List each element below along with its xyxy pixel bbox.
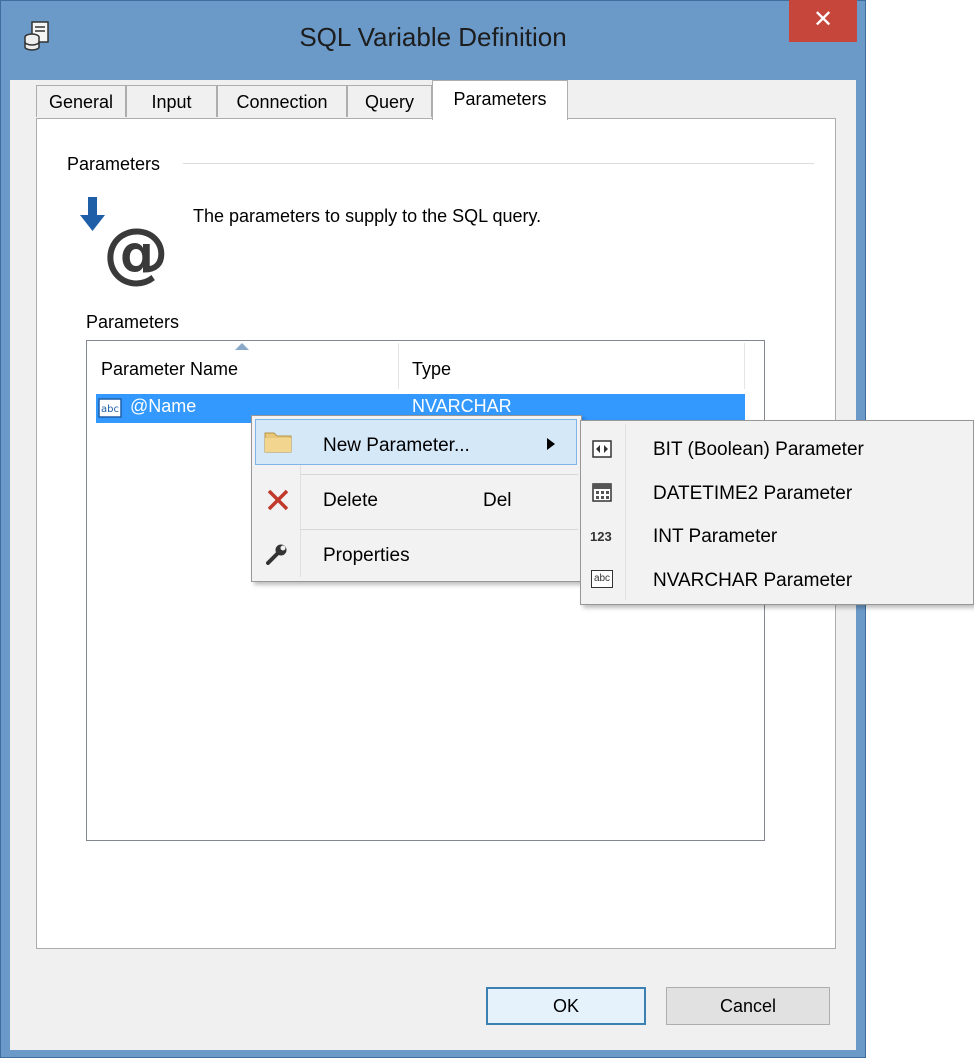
ok-button[interactable]: OK: [486, 987, 646, 1025]
panel-description: The parameters to supply to the SQL quer…: [193, 206, 542, 226]
menu-item-label: Delete: [323, 490, 378, 511]
column-divider[interactable]: [744, 343, 745, 389]
svg-text:@: @: [103, 214, 169, 289]
delete-x-icon: [267, 489, 289, 511]
close-button[interactable]: ✕: [789, 0, 857, 42]
submenu-item-label: NVARCHAR Parameter: [653, 570, 853, 591]
menu-item-label: Properties: [323, 545, 410, 566]
column-header-parameter-name[interactable]: Parameter Name: [101, 341, 238, 391]
sort-ascending-icon: [235, 343, 249, 350]
tab-query[interactable]: Query: [347, 85, 432, 117]
group-divider: [183, 163, 814, 164]
abc-text-icon: abc: [591, 570, 613, 588]
abc-text-icon: abc: [98, 398, 122, 418]
wrench-icon: [266, 544, 287, 565]
tab-general[interactable]: General: [36, 85, 126, 117]
boolean-icon: [592, 440, 612, 458]
tab-connection[interactable]: Connection: [217, 85, 347, 117]
list-label: Parameters: [86, 312, 180, 332]
row-parameter-name: @Name: [130, 396, 197, 416]
parameter-at-icon: @: [80, 197, 169, 289]
submenu-item-label: INT Parameter: [653, 526, 778, 547]
cancel-button[interactable]: Cancel: [666, 987, 830, 1025]
window-title: SQL Variable Definition: [299, 22, 567, 52]
123-icon: 123: [590, 529, 612, 544]
column-header-type[interactable]: Type: [412, 341, 451, 391]
menu-item-shortcut: Del: [483, 490, 512, 511]
submenu-item-label: DATETIME2 Parameter: [653, 483, 853, 504]
calendar-icon: [592, 483, 612, 502]
tab-input[interactable]: Input: [126, 85, 217, 117]
svg-text:abc: abc: [101, 404, 119, 415]
folder-icon: [264, 432, 292, 453]
title-bar[interactable]: SQL Variable Definition ✕: [0, 0, 866, 80]
close-icon: ✕: [812, 6, 834, 33]
column-divider[interactable]: [398, 343, 399, 389]
menu-item-delete[interactable]: [255, 477, 577, 523]
menu-item-properties[interactable]: [255, 532, 577, 578]
row-parameter-type: NVARCHAR: [412, 396, 512, 416]
submenu-arrow-icon: [547, 438, 555, 450]
group-header: Parameters: [67, 154, 161, 174]
menu-item-label: New Parameter...: [323, 435, 470, 456]
submenu-item-label: BIT (Boolean) Parameter: [653, 439, 864, 460]
menu-separator: [300, 529, 578, 530]
tab-parameters[interactable]: Parameters: [432, 80, 568, 120]
menu-separator: [300, 474, 578, 475]
